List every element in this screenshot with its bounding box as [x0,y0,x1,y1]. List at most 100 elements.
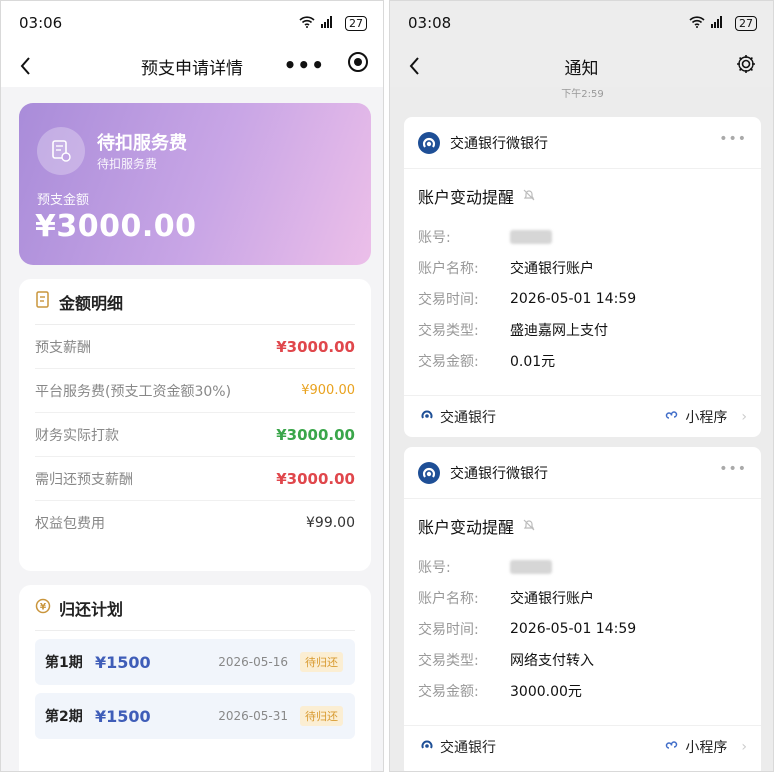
field-row: 交易时间: 2026-05-01 14:59 [418,283,747,314]
status-title: 待扣服务费 [97,133,187,154]
detail-value: ¥3000.00 [276,337,355,356]
signal-icon [711,15,729,31]
status-icons: 27 [299,15,367,31]
wifi-icon [299,15,315,31]
plan-amount: ¥1500 [95,706,151,726]
notification-header: 交通银行微银行 ••• [404,447,761,499]
field-row: 交易时间: 2026-05-01 14:59 [418,613,747,644]
plan-period: 第2期 [45,709,83,725]
notification-footer[interactable]: 交通银行 小程序 › [404,725,761,767]
notification-fields: 账号: 账户名称: 交通银行账户 交易时间: 2026-05-01 14:59 交易… [404,551,761,706]
status-bar: 03:08 27 [390,1,773,45]
more-dots-icon[interactable]: ••• [719,461,747,477]
status-card: 待扣服务费 待扣服务费 预支金额 ¥3000.00 [19,103,371,265]
nav-bar: 通知 [390,45,773,87]
bank-small-logo-icon [420,408,434,426]
field-row: 交易类型: 盛迪嘉网上支付 [418,314,747,345]
bank-small-logo-icon [420,738,434,756]
field-value: 交通银行账户 [510,260,594,277]
field-row: 账户名称: 交通银行账户 [418,582,747,613]
footer-miniprogram-label: 小程序 [685,409,728,426]
advance-amount: ¥3000.00 [35,209,197,244]
status-icons: 27 [689,15,757,31]
status-bar: 03:06 27 [1,1,383,45]
notification-fields: 账号: 账户名称: 交通银行账户 交易时间: 2026-05-01 14:59 交易… [404,221,761,376]
left-screen: 03:06 27 预支申请详情 ••• 待扣服务费 待扣服务费 预支金额 ¥30… [0,0,384,772]
field-key: 交易金额: [418,353,479,370]
field-key: 交易时间: [418,291,479,308]
field-value: 网络支付转入 [510,652,594,669]
plan-date: 2026-05-31 [218,709,288,723]
status-time: 03:06 [19,14,63,32]
field-key: 交易金额: [418,683,479,700]
footer-miniprogram: 小程序 › [665,737,747,757]
document-icon [35,290,51,313]
detail-label: 平台服务费(预支工资金额30%) [35,383,232,400]
amount-detail-header: 金额明细 [35,279,355,325]
field-key: 交易时间: [418,621,479,638]
field-row: 交易金额: 3000.00元 [418,675,747,706]
plan-item[interactable]: 第1期 ¥1500 2026-05-16 待归还 [35,639,355,685]
notification-footer[interactable]: 交通银行 小程序 › [404,395,761,437]
battery-icon: 27 [735,15,757,31]
detail-row: 预支薪酬 ¥3000.00 [35,325,355,369]
field-row: 账户名称: 交通银行账户 [418,252,747,283]
notification-card[interactable]: 交通银行微银行 ••• 账户变动提醒 账号: 账户名称: 交通银行账户 交易时间:… [404,447,761,771]
field-key: 账户名称: [418,590,479,607]
mute-bell-icon [522,187,536,206]
miniprogram-link-icon [665,408,679,426]
wifi-icon [689,15,705,31]
status-time: 03:08 [408,14,452,32]
amount-detail-list: 预支薪酬 ¥3000.00 平台服务费(预支工资金额30%) ¥900.00 财务实… [19,325,371,545]
footer-source: 交通银行 [420,407,496,427]
detail-label: 权益包费用 [35,516,105,532]
miniprogram-link-icon [665,738,679,756]
footer-miniprogram-label: 小程序 [685,739,728,756]
right-screen: 03:08 27 通知 下午2:59 交通银行微银行 ••• 账户变动提醒 账号… [389,0,774,772]
field-value: 盛迪嘉网上支付 [510,322,608,339]
detail-value: ¥3000.00 [276,425,355,444]
notification-title: 账户变动提醒 [418,185,747,207]
amount-label: 预支金额 [37,193,90,208]
repayment-plan-card: ¥ 归还计划 第1期 ¥1500 2026-05-16 待归还 第2期 ¥150… [19,585,371,771]
back-arrow-icon[interactable] [15,53,39,79]
detail-row: 平台服务费(预支工资金额30%) ¥900.00 [35,369,355,413]
masked-account [510,559,552,574]
field-value: 交通银行账户 [510,590,594,607]
footer-source: 交通银行 [420,737,496,757]
field-value: 2026-05-01 14:59 [510,620,637,637]
bank-name: 交通银行微银行 [450,135,548,152]
bank-logo-icon [418,461,440,484]
miniprogram-capsule: ••• [284,51,369,78]
amount-detail-title: 金额明细 [59,293,124,313]
detail-value: ¥900.00 [301,383,355,398]
field-row: 账号: [418,221,747,252]
notification-card[interactable]: 交通银行微银行 ••• 账户变动提醒 账号: 账户名称: 交通银行账户 交易时间:… [404,117,761,437]
back-arrow-icon[interactable] [404,53,428,79]
repayment-plan-title: 归还计划 [59,599,124,619]
field-key: 交易类型: [418,322,479,339]
target-close-icon[interactable] [347,51,369,78]
more-dots-icon[interactable]: ••• [284,53,325,77]
detail-label: 需归还预支薪酬 [35,471,133,488]
field-row: 账号: [418,551,747,582]
more-dots-icon[interactable]: ••• [719,131,747,147]
plan-date: 2026-05-16 [218,655,288,669]
status-subtitle: 待扣服务费 [97,157,158,171]
detail-row: 需归还预支薪酬 ¥3000.00 [35,457,355,501]
repayment-plan-header: ¥ 归还计划 [35,585,355,631]
svg-text:¥: ¥ [40,602,47,612]
footer-bank-label: 交通银行 [440,409,496,426]
plan-item[interactable]: 第2期 ¥1500 2026-05-31 待归还 [35,693,355,739]
plan-amount: ¥1500 [95,652,151,672]
page-title: 通知 [564,58,599,79]
masked-account [510,229,552,244]
plan-period: 第1期 [45,655,83,671]
gear-icon[interactable] [735,53,757,80]
notification-title-text: 账户变动提醒 [418,518,515,537]
field-key: 账户名称: [418,260,479,277]
signal-icon [321,15,339,31]
detail-value: ¥99.00 [306,515,355,531]
bank-name: 交通银行微银行 [450,465,548,482]
footer-miniprogram: 小程序 › [665,407,747,427]
